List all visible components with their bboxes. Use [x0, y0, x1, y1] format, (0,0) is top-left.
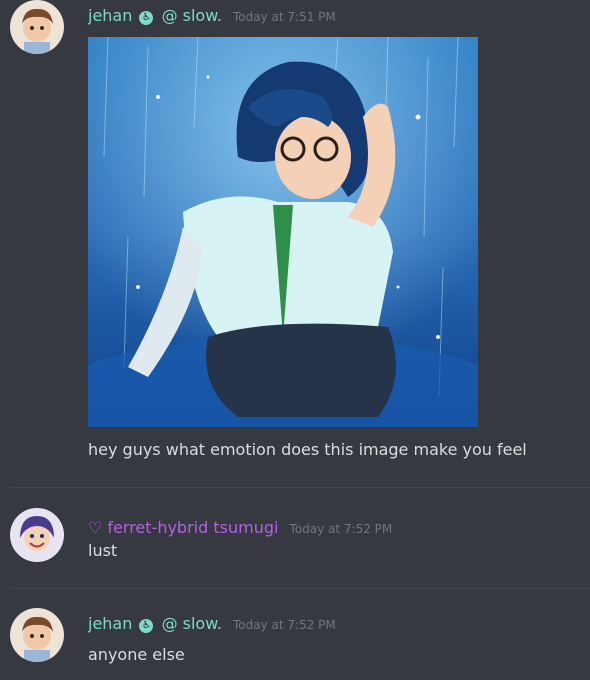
message-divider [10, 588, 590, 589]
avatar-jehan[interactable] [10, 0, 64, 54]
message-header: ♡ ferret-hybrid tsumugi Today at 7:52 PM [88, 518, 392, 537]
username-suffix: @ slow. [161, 614, 222, 633]
message-header: jehan ♿ @ slow. Today at 7:52 PM [88, 614, 336, 633]
timestamp: Today at 7:51 PM [233, 10, 336, 24]
message: jehan ♿ @ slow. Today at 7:51 PM hey guy… [0, 0, 590, 470]
message: ♡ ferret-hybrid tsumugi Today at 7:52 PM… [0, 508, 590, 578]
message: jehan ♿ @ slow. Today at 7:52 PM anyone … [0, 608, 590, 680]
message-header: jehan ♿ @ slow. Today at 7:51 PM [88, 6, 336, 25]
username-suffix: @ slow. [161, 6, 222, 25]
timestamp: Today at 7:52 PM [233, 618, 336, 632]
message-text: lust [88, 541, 118, 560]
username[interactable]: ♡ ferret-hybrid tsumugi [88, 518, 278, 537]
timestamp: Today at 7:52 PM [289, 522, 393, 536]
message-divider [10, 487, 590, 488]
wheelchair-icon: ♿ [139, 11, 154, 25]
message-text: hey guys what emotion does this image ma… [88, 440, 527, 459]
username[interactable]: jehan [88, 6, 132, 25]
username[interactable]: jehan [88, 614, 132, 633]
wheelchair-icon: ♿ [139, 619, 154, 633]
attached-image[interactable] [88, 37, 478, 427]
avatar-tsumugi[interactable] [10, 508, 64, 562]
message-text: anyone else [88, 645, 185, 664]
avatar-jehan[interactable] [10, 608, 64, 662]
